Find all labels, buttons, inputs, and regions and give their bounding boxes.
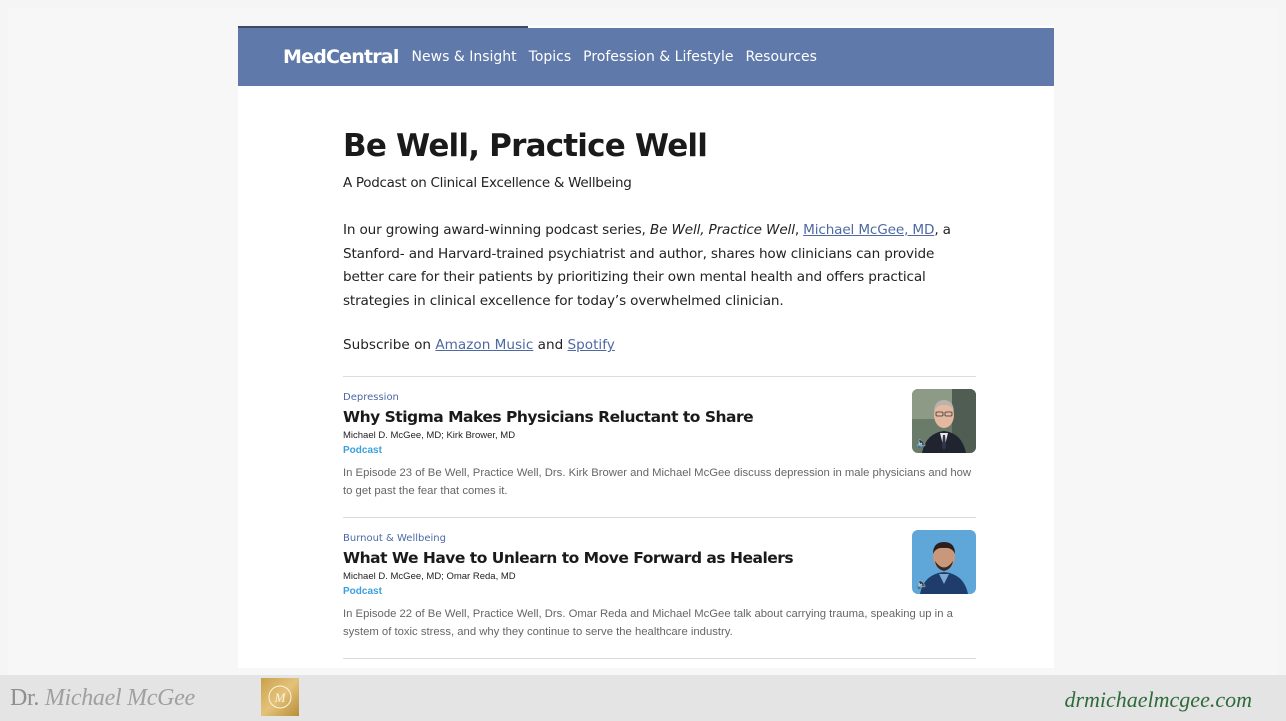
intro-paragraph: In our growing award-winning podcast ser… bbox=[343, 219, 976, 313]
subscribe-line: Subscribe on Amazon Music and Spotify bbox=[343, 337, 976, 353]
article-authors: Michael D. McGee, MD; Omar Reda, MD bbox=[343, 571, 516, 582]
list-item[interactable]: Burnout & Wellbeing What We Have to Unle… bbox=[343, 518, 976, 658]
main-content: Be Well, Practice Well A Podcast on Clin… bbox=[343, 126, 976, 659]
intro-text-pre: In our growing award-winning podcast ser… bbox=[343, 222, 650, 238]
speaker-icon: 🔈 bbox=[916, 579, 929, 590]
article-description: In Episode 22 of Be Well, Practice Well,… bbox=[343, 608, 953, 638]
intro-series-name: Be Well, Practice Well bbox=[649, 222, 795, 238]
article-type-badge: Podcast bbox=[343, 586, 382, 597]
podcast-thumbnail[interactable]: 🔈 bbox=[912, 530, 976, 594]
website-url: drmichaelmcgee.com bbox=[1064, 687, 1252, 712]
spotify-link[interactable]: Spotify bbox=[568, 337, 615, 353]
amazon-music-link[interactable]: Amazon Music bbox=[435, 337, 533, 353]
page-subtitle: A Podcast on Clinical Excellence & Wellb… bbox=[343, 175, 632, 191]
page-title: Be Well, Practice Well bbox=[343, 128, 708, 164]
article-title[interactable]: Why Stigma Makes Physicians Reluctant to… bbox=[343, 408, 754, 426]
subscribe-pre: Subscribe on bbox=[343, 337, 436, 353]
podcast-thumbnail[interactable]: 🔈 bbox=[912, 389, 976, 453]
intro-sep: , bbox=[794, 222, 804, 238]
presenter-name: Dr. Michael McGee bbox=[10, 685, 195, 712]
nav-topics[interactable]: Topics bbox=[529, 49, 572, 65]
subscribe-mid: and bbox=[533, 337, 568, 353]
nav-resources[interactable]: Resources bbox=[745, 49, 817, 65]
speaker-icon: 🔈 bbox=[916, 438, 929, 449]
list-item[interactable]: Depression Why Stigma Makes Physicians R… bbox=[343, 377, 976, 517]
monogram-icon: M bbox=[268, 685, 292, 709]
article-category[interactable]: Depression bbox=[343, 392, 399, 403]
brand-logo[interactable]: MedCentral bbox=[283, 46, 399, 68]
divider bbox=[343, 658, 976, 659]
webpage: MedCentral News & Insight Topics Profess… bbox=[238, 26, 1054, 668]
top-nav: MedCentral News & Insight Topics Profess… bbox=[238, 28, 1054, 86]
slide-footer: Dr. Michael McGee M drmichaelmcgee.com bbox=[0, 675, 1286, 721]
presenter-name-plain: Dr. bbox=[10, 685, 40, 711]
article-category[interactable]: Burnout & Wellbeing bbox=[343, 533, 446, 544]
host-link[interactable]: Michael McGee, MD bbox=[803, 222, 934, 238]
article-description: In Episode 23 of Be Well, Practice Well,… bbox=[343, 467, 972, 497]
presenter-name-script: Michael McGee bbox=[44, 685, 195, 711]
monogram-logo: M bbox=[261, 678, 299, 716]
monogram-letter: M bbox=[274, 690, 287, 705]
article-title[interactable]: What We Have to Unlearn to Move Forward … bbox=[343, 549, 794, 567]
article-type-badge: Podcast bbox=[343, 445, 382, 456]
nav-profession-lifestyle[interactable]: Profession & Lifestyle bbox=[583, 49, 733, 65]
nav-news-insight[interactable]: News & Insight bbox=[412, 49, 517, 65]
article-authors: Michael D. McGee, MD; Kirk Brower, MD bbox=[343, 430, 516, 441]
